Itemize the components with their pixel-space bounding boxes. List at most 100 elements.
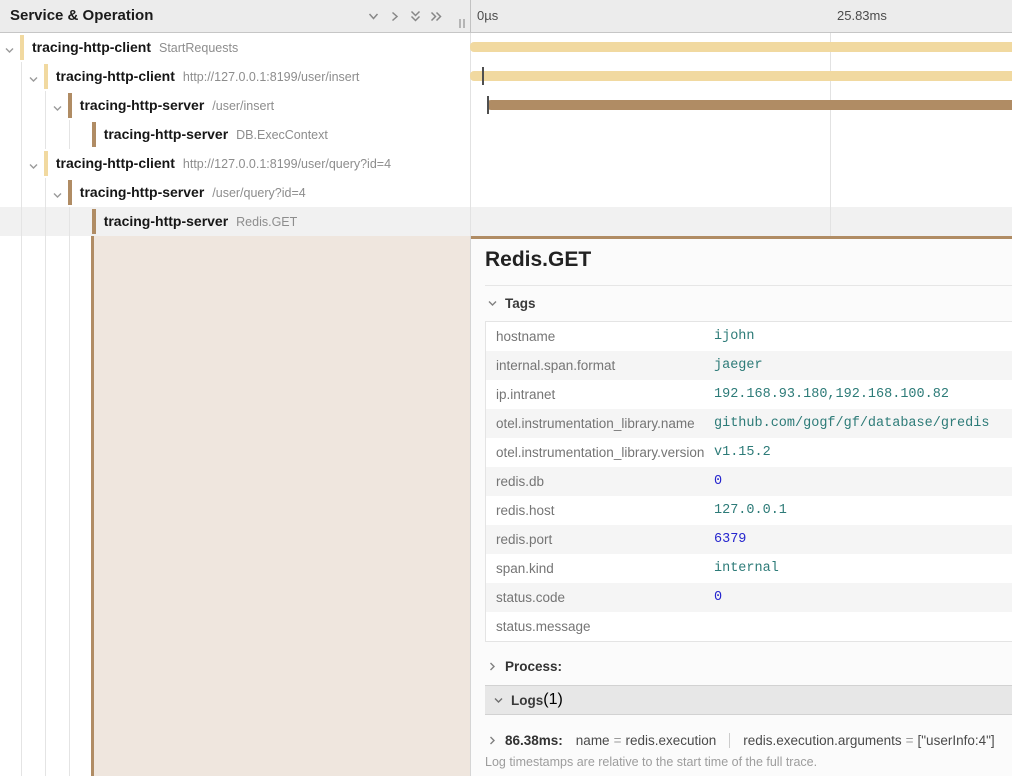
span-timeline-cell — [470, 120, 1012, 149]
span-service-name: tracing-http-client — [56, 68, 175, 84]
logs-section-header[interactable]: Logs (1) — [485, 685, 1012, 715]
indent-guide — [45, 207, 46, 236]
span-timeline-cell — [470, 62, 1012, 91]
span-start-tick — [487, 96, 489, 114]
span-labels: tracing-http-clienthttp://127.0.0.1:8199… — [56, 149, 391, 179]
log-field-value: ["userInfo:4"] — [918, 733, 995, 748]
span-start-tick — [482, 67, 484, 85]
equals-sign: = — [902, 733, 918, 748]
indent-guide — [45, 91, 46, 120]
tag-key: redis.port — [486, 525, 714, 554]
title-divider — [485, 285, 1012, 286]
span-labels: tracing-http-serverRedis.GET — [104, 207, 298, 237]
logs-section-label: Logs — [511, 693, 543, 708]
expand-chevron-icon[interactable] — [28, 72, 39, 83]
tag-row: redis.host127.0.0.1 — [486, 496, 1012, 525]
indent-guide — [21, 91, 22, 120]
span-row[interactable]: tracing-http-clientStartRequests — [0, 33, 1012, 62]
process-section-header[interactable]: Process: — [487, 659, 562, 674]
indent-guide — [21, 62, 22, 91]
tag-row: otel.instrumentation_library.versionv1.1… — [486, 438, 1012, 467]
tag-row: status.code0 — [486, 583, 1012, 612]
tags-section-label: Tags — [505, 296, 536, 311]
chevron-down-icon — [493, 695, 504, 706]
span-color-bar — [68, 93, 72, 118]
span-color-bar — [92, 122, 96, 147]
tag-key: ip.intranet — [486, 380, 714, 409]
log-field-key: redis.execution.arguments — [743, 733, 901, 748]
span-name-cell: tracing-http-clienthttp://127.0.0.1:8199… — [0, 149, 470, 178]
span-color-bar — [20, 35, 24, 60]
span-row[interactable]: tracing-http-serverDB.ExecContext — [0, 120, 1012, 149]
chevron-right-icon — [487, 661, 498, 672]
span-color-bar — [68, 180, 72, 205]
span-row[interactable]: tracing-http-server/user/insert — [0, 91, 1012, 120]
span-labels: tracing-http-serverDB.ExecContext — [104, 120, 328, 150]
span-detail-panel: Redis.GET Tags hostnameijohninternal.spa… — [470, 236, 1012, 776]
log-note: Log timestamps are relative to the start… — [485, 755, 817, 769]
span-detail-row: Redis.GET Tags hostnameijohninternal.spa… — [0, 236, 1012, 776]
indent-guide — [21, 236, 22, 776]
span-labels: tracing-http-server/user/query?id=4 — [80, 178, 306, 208]
span-timeline-cell — [470, 207, 1012, 236]
span-row[interactable]: tracing-http-client http://127.0.0.1:8199… — [0, 62, 1012, 91]
double-chevron-down-icon[interactable] — [408, 9, 423, 24]
log-field: name=redis.execution — [576, 733, 716, 748]
chevron-down-icon[interactable] — [366, 9, 381, 24]
log-field-value: redis.execution — [625, 733, 716, 748]
tag-value: 0 — [714, 467, 722, 496]
span-name-cell: tracing-http-server/user/query?id=4 — [0, 178, 470, 207]
span-row[interactable]: tracing-http-serverRedis.GET — [0, 207, 1012, 236]
timeline-gridline — [830, 33, 831, 236]
tag-key: internal.span.format — [486, 351, 714, 380]
span-rows: tracing-http-clientStartRequeststracing-… — [0, 33, 1012, 236]
logs-count: (1) — [543, 691, 563, 709]
tag-row: hostnameijohn — [486, 322, 1012, 351]
span-duration-bar[interactable] — [470, 71, 1012, 81]
tag-key: otel.instrumentation_library.name — [486, 409, 714, 438]
span-timeline-cell — [470, 91, 1012, 120]
span-row[interactable]: tracing-http-server/user/query?id=4 — [0, 178, 1012, 207]
span-name-cell: tracing-http-serverRedis.GET — [0, 207, 470, 236]
span-name-cell: tracing-http-serverDB.ExecContext — [0, 120, 470, 149]
tags-table: hostnameijohninternal.span.formatjaegeri… — [485, 321, 1012, 642]
log-field: redis.execution.arguments=["userInfo:4"] — [743, 733, 994, 748]
span-color-bar — [44, 151, 48, 176]
span-duration-bar[interactable] — [470, 42, 1012, 52]
tag-value: internal — [714, 554, 779, 583]
span-service-name: tracing-http-server — [80, 184, 204, 200]
pane-resizer-grip[interactable] — [459, 19, 465, 28]
span-service-name: tracing-http-client — [32, 39, 151, 55]
log-field-separator — [729, 733, 730, 748]
tag-value: v1.15.2 — [714, 438, 771, 467]
chevron-down-icon — [487, 298, 498, 309]
indent-guide — [45, 236, 46, 776]
tags-section-header[interactable]: Tags — [487, 296, 536, 311]
indent-guide — [45, 178, 46, 207]
indent-guide — [21, 178, 22, 207]
double-chevron-right-icon[interactable] — [429, 9, 444, 24]
log-entry-row[interactable]: 86.38ms: name=redis.executionredis.execu… — [487, 729, 1008, 751]
span-detail-title: Redis.GET — [485, 248, 591, 272]
span-operation-name: http://127.0.0.1:8199/user/insert — [183, 70, 360, 84]
expand-chevron-icon[interactable] — [28, 159, 39, 170]
span-labels: tracing-http-clientStartRequests — [32, 33, 238, 63]
span-color-bar — [44, 64, 48, 89]
span-labels: tracing-http-client http://127.0.0.1:8199… — [56, 62, 360, 92]
span-operation-name: http://127.0.0.1:8199/user/query?id=4 — [183, 157, 391, 171]
span-operation-name: Redis.GET — [236, 215, 297, 229]
service-operation-title: Service & Operation — [10, 0, 153, 32]
chevron-right-icon[interactable] — [387, 9, 402, 24]
indent-guide — [69, 236, 70, 776]
span-row[interactable]: tracing-http-clienthttp://127.0.0.1:8199… — [0, 149, 1012, 178]
span-duration-bar[interactable] — [487, 100, 1012, 110]
tag-key: otel.instrumentation_library.version — [486, 438, 714, 467]
span-detail-indent-column — [0, 236, 470, 776]
expand-chevron-icon[interactable] — [52, 188, 63, 199]
span-name-cell: tracing-http-client http://127.0.0.1:8199… — [0, 62, 470, 91]
expand-chevron-icon[interactable] — [4, 43, 15, 54]
indent-guide — [69, 120, 70, 149]
tag-row: otel.instrumentation_library.namegithub.… — [486, 409, 1012, 438]
span-operation-name: DB.ExecContext — [236, 128, 328, 142]
expand-chevron-icon[interactable] — [52, 101, 63, 112]
